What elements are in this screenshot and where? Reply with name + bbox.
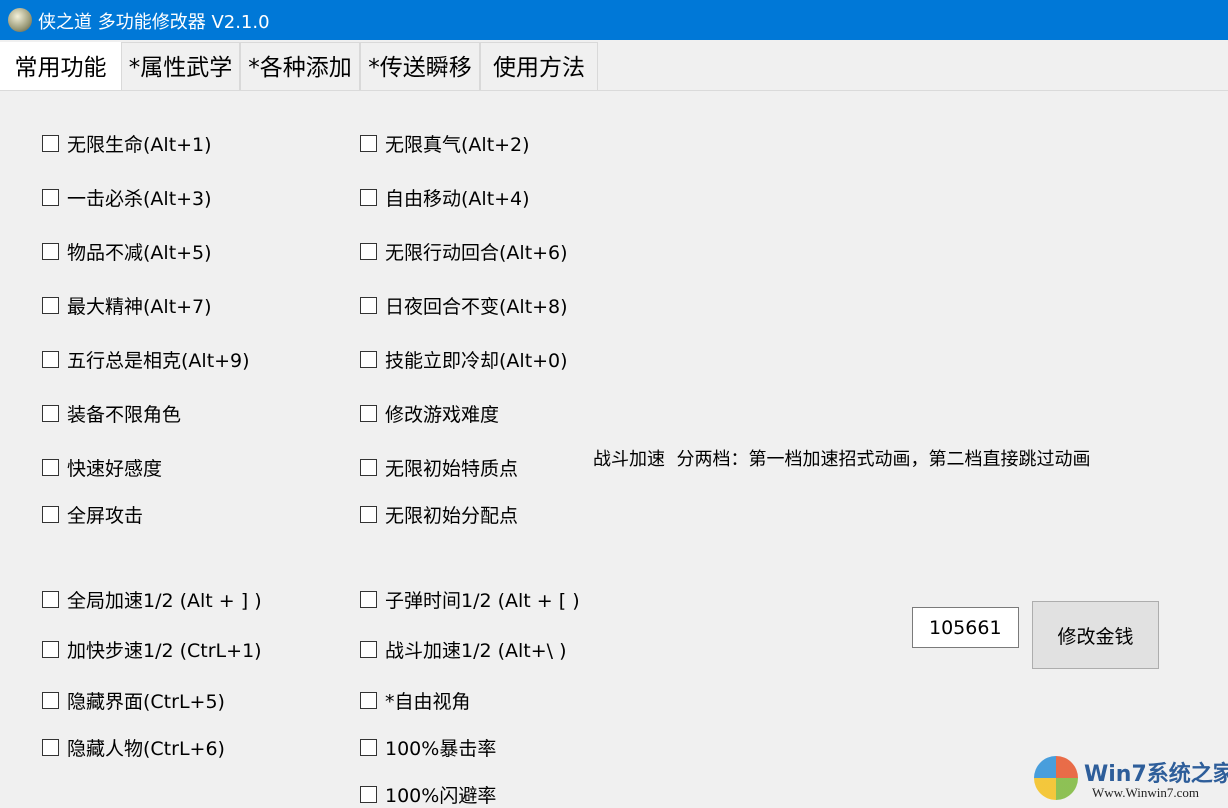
option-checkbox[interactable]: 无限行动回合(Alt+6): [360, 238, 568, 265]
option-label: 物品不减(Alt+5): [67, 238, 212, 265]
app-icon: [8, 8, 32, 32]
windows-logo-icon: [1034, 756, 1078, 800]
option-checkbox[interactable]: 最大精神(Alt+7): [42, 292, 212, 319]
option-label: 无限生命(Alt+1): [67, 130, 212, 157]
option-label: 战斗加速1/2 (Alt+\ ): [385, 636, 567, 663]
option-checkbox[interactable]: *自由视角: [360, 687, 471, 714]
checkbox-box[interactable]: [42, 739, 59, 756]
option-checkbox[interactable]: 无限初始分配点: [360, 501, 518, 528]
checkbox-box[interactable]: [360, 459, 377, 476]
option-checkbox[interactable]: 战斗加速1/2 (Alt+\ ): [360, 636, 567, 663]
option-label: 技能立即冷却(Alt+0): [385, 346, 568, 373]
option-label: 隐藏界面(CtrL+5): [67, 687, 225, 714]
checkbox-box[interactable]: [360, 591, 377, 608]
option-checkbox[interactable]: 无限真气(Alt+2): [360, 130, 530, 157]
option-label: 加快步速1/2 (CtrL+1): [67, 636, 262, 663]
checkbox-box[interactable]: [360, 297, 377, 314]
option-label: 快速好感度: [67, 454, 162, 481]
checkbox-box[interactable]: [360, 692, 377, 709]
checkbox-box[interactable]: [360, 786, 377, 803]
option-checkbox[interactable]: 装备不限角色: [42, 400, 181, 427]
checkbox-box[interactable]: [42, 297, 59, 314]
option-checkbox[interactable]: 一击必杀(Alt+3): [42, 184, 212, 211]
option-label: 修改游戏难度: [385, 400, 499, 427]
watermark: Win7系统之家 Www.Winwin7.com: [1030, 752, 1228, 807]
option-checkbox[interactable]: 全局加速1/2 (Alt + ] ): [42, 586, 262, 613]
speed-note: 战斗加速 分两档：第一档加速招式动画，第二档直接跳过动画: [593, 445, 1090, 471]
checkbox-box[interactable]: [42, 135, 59, 152]
watermark-title: Win7系统之家: [1084, 756, 1228, 788]
option-checkbox[interactable]: 子弹时间1/2 (Alt + [ ): [360, 586, 580, 613]
option-label: 无限真气(Alt+2): [385, 130, 530, 157]
option-label: 自由移动(Alt+4): [385, 184, 530, 211]
option-label: 子弹时间1/2 (Alt + [ ): [385, 586, 580, 613]
option-label: 100%闪避率: [385, 781, 496, 808]
option-label: 全屏攻击: [67, 501, 143, 528]
option-checkbox[interactable]: 100%闪避率: [360, 781, 496, 808]
checkbox-box[interactable]: [42, 459, 59, 476]
option-checkbox[interactable]: 加快步速1/2 (CtrL+1): [42, 636, 262, 663]
watermark-url: Www.Winwin7.com: [1092, 785, 1199, 801]
option-checkbox[interactable]: 快速好感度: [42, 454, 162, 481]
option-label: 五行总是相克(Alt+9): [67, 346, 250, 373]
checkbox-box[interactable]: [42, 243, 59, 260]
checkbox-box[interactable]: [360, 506, 377, 523]
option-label: *自由视角: [385, 687, 471, 714]
checkbox-box[interactable]: [42, 351, 59, 368]
checkbox-box[interactable]: [42, 405, 59, 422]
option-label: 无限初始特质点: [385, 454, 518, 481]
tab-common[interactable]: 常用功能: [0, 42, 121, 90]
option-checkbox[interactable]: 100%暴击率: [360, 734, 496, 761]
option-label: 最大精神(Alt+7): [67, 292, 212, 319]
title-bar: 侠之道 多功能修改器 V2.1.0: [0, 0, 1228, 40]
checkbox-box[interactable]: [360, 739, 377, 756]
checkbox-box[interactable]: [360, 641, 377, 658]
checkbox-box[interactable]: [42, 591, 59, 608]
option-checkbox[interactable]: 无限生命(Alt+1): [42, 130, 212, 157]
option-label: 100%暴击率: [385, 734, 496, 761]
option-checkbox[interactable]: 隐藏人物(CtrL+6): [42, 734, 225, 761]
option-checkbox[interactable]: 技能立即冷却(Alt+0): [360, 346, 568, 373]
option-label: 一击必杀(Alt+3): [67, 184, 212, 211]
window-title: 侠之道 多功能修改器 V2.1.0: [38, 8, 270, 34]
option-label: 装备不限角色: [67, 400, 181, 427]
option-checkbox[interactable]: 无限初始特质点: [360, 454, 518, 481]
option-checkbox[interactable]: 全屏攻击: [42, 501, 143, 528]
checkbox-box[interactable]: [42, 641, 59, 658]
checkbox-box[interactable]: [360, 351, 377, 368]
option-checkbox[interactable]: 修改游戏难度: [360, 400, 499, 427]
option-checkbox[interactable]: 物品不减(Alt+5): [42, 238, 212, 265]
checkbox-box[interactable]: [360, 243, 377, 260]
checkbox-box[interactable]: [360, 405, 377, 422]
checkbox-box[interactable]: [42, 506, 59, 523]
tab-teleport[interactable]: *传送瞬移: [360, 42, 480, 90]
option-label: 无限初始分配点: [385, 501, 518, 528]
option-label: 隐藏人物(CtrL+6): [67, 734, 225, 761]
option-checkbox[interactable]: 自由移动(Alt+4): [360, 184, 530, 211]
checkbox-box[interactable]: [42, 189, 59, 206]
checkbox-box[interactable]: [42, 692, 59, 709]
tab-attributes[interactable]: *属性武学: [121, 42, 240, 90]
money-input[interactable]: [912, 607, 1019, 648]
checkbox-box[interactable]: [360, 189, 377, 206]
tab-add-items[interactable]: *各种添加: [240, 42, 360, 90]
option-checkbox[interactable]: 日夜回合不变(Alt+8): [360, 292, 568, 319]
tab-bar: 常用功能 *属性武学 *各种添加 *传送瞬移 使用方法: [0, 42, 1228, 91]
option-checkbox[interactable]: 五行总是相克(Alt+9): [42, 346, 250, 373]
option-label: 无限行动回合(Alt+6): [385, 238, 568, 265]
modify-money-button[interactable]: 修改金钱: [1032, 601, 1159, 669]
option-label: 全局加速1/2 (Alt + ] ): [67, 586, 262, 613]
tab-usage[interactable]: 使用方法: [480, 42, 598, 90]
checkbox-box[interactable]: [360, 135, 377, 152]
option-checkbox[interactable]: 隐藏界面(CtrL+5): [42, 687, 225, 714]
option-label: 日夜回合不变(Alt+8): [385, 292, 568, 319]
